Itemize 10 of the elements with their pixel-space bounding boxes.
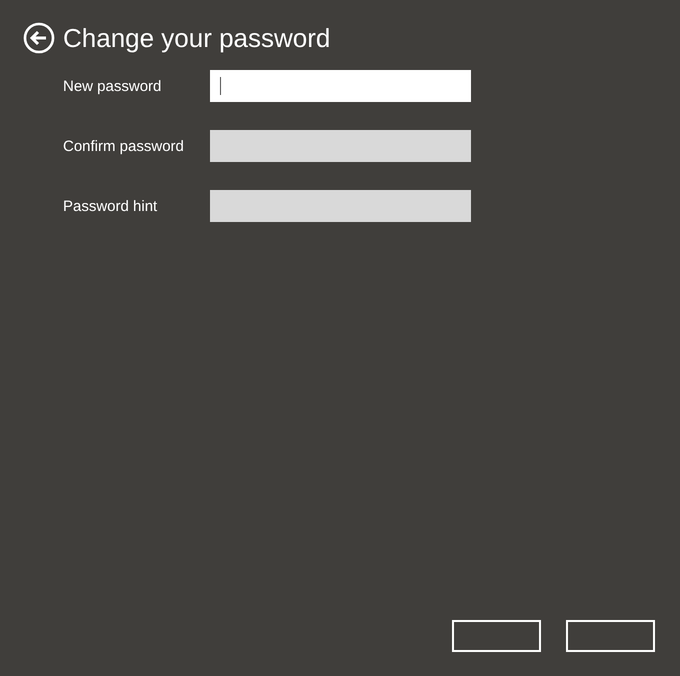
input-field[interactable] (210, 70, 471, 102)
field-label: Confirm password (63, 138, 185, 154)
button[interactable] (566, 620, 655, 652)
field-label: Password hint (63, 198, 158, 214)
button[interactable] (452, 620, 541, 652)
field-label: New password (63, 78, 162, 94)
input-field[interactable] (210, 190, 471, 222)
back-icon[interactable] (23, 22, 55, 54)
page-title: Change your password (63, 22, 330, 54)
input-field[interactable] (210, 130, 471, 162)
